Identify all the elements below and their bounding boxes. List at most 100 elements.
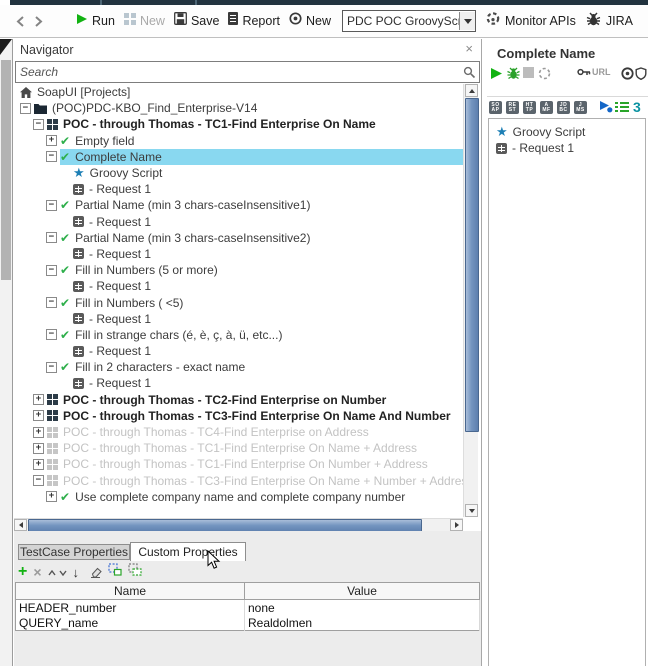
tree-item[interactable]: + POC - through Thomas - TC4-Find Enterpr… xyxy=(14,424,463,440)
expander-icon[interactable]: − xyxy=(46,151,57,163)
tree-item[interactable]: + POC - through Thomas - TC1-Find Enterpr… xyxy=(14,456,463,472)
expander-icon[interactable]: − xyxy=(46,199,57,211)
stop-button[interactable] xyxy=(523,67,534,78)
tree-item[interactable]: − POC - through Thomas - TC1-Find Enterpr… xyxy=(14,116,463,132)
tree-item[interactable]: − ✔ Partial Name (min 3 chars-caseInsensit… xyxy=(14,230,463,246)
tree-item[interactable]: + POC - through Thomas - TC2-Find Enterpr… xyxy=(14,392,463,408)
tab-custom-properties[interactable]: Custom Properties xyxy=(130,542,246,561)
property-value-cell[interactable]: none xyxy=(244,599,480,615)
sort-button[interactable]: ↓ xyxy=(73,566,80,579)
scroll-left-button[interactable] xyxy=(14,519,27,531)
left-edge-scrollbar[interactable] xyxy=(0,39,13,666)
loop-toggle-button[interactable] xyxy=(538,67,551,80)
add-property-button[interactable]: + xyxy=(18,564,27,580)
new-project-button[interactable]: New xyxy=(289,12,331,30)
expander-icon[interactable]: − xyxy=(46,297,57,309)
tree-item[interactable]: SoapUI [Projects] xyxy=(14,84,463,100)
move-up-button[interactable] xyxy=(47,563,56,581)
tree-item[interactable]: − ✔ Fill in strange chars (é, è, ç, à, ü, … xyxy=(14,327,463,343)
expander-icon[interactable]: − xyxy=(46,361,57,373)
scroll-right-button[interactable] xyxy=(450,519,463,531)
tree-item-label: Use complete company name and complete c… xyxy=(75,489,406,504)
tree-item[interactable]: - Request 1 xyxy=(14,214,463,230)
tree-item[interactable]: - Request 1 xyxy=(14,246,463,262)
scroll-up-button[interactable] xyxy=(465,84,478,97)
tree-item[interactable]: - Request 1 xyxy=(14,343,463,359)
forward-button[interactable] xyxy=(34,15,43,28)
save-button[interactable]: Save xyxy=(174,12,219,30)
tree-item[interactable]: − ✔ Fill in 2 characters - exact name xyxy=(14,359,463,375)
tree-item[interactable]: - Request 1 xyxy=(14,375,463,391)
expander-icon[interactable]: + xyxy=(33,442,44,454)
dropdown-arrow-button[interactable] xyxy=(459,12,475,30)
tree-item[interactable]: + ✔ Empty field xyxy=(14,133,463,149)
run-button[interactable]: Run xyxy=(76,12,115,30)
clipped-toolbar-icon[interactable]: 3 xyxy=(633,99,641,115)
tree-item[interactable]: ★ Groovy Script xyxy=(14,165,463,181)
key-icon[interactable] xyxy=(577,67,591,77)
report-button[interactable]: Report xyxy=(228,12,280,30)
expander-icon[interactable]: + xyxy=(33,458,44,470)
tree-item[interactable]: + POC - through Thomas - TC1-Find Enterpr… xyxy=(14,440,463,456)
search-input[interactable]: Search xyxy=(15,61,480,83)
property-name-cell[interactable]: HEADER_number xyxy=(15,599,245,615)
expander-icon[interactable]: − xyxy=(46,232,57,244)
left-scrollbar-thumb[interactable] xyxy=(1,60,11,280)
environment-dropdown[interactable]: PDC POC GroovyScri... xyxy=(342,10,476,32)
tree-horizontal-scrollbar[interactable] xyxy=(14,518,463,533)
debug-bug-icon[interactable] xyxy=(506,67,521,80)
tree-item[interactable]: + ✔ Use complete company name and complete… xyxy=(14,489,463,505)
tree-item[interactable]: - Request 1 xyxy=(14,278,463,294)
tree-item[interactable]: + POC - through Thomas - TC3-Find Enterpr… xyxy=(14,408,463,424)
tree-item[interactable]: − (POC)PDC-KBO_Find_Enterprise-V14 xyxy=(14,100,463,116)
add-soap-step-button[interactable]: SO AP xyxy=(489,101,502,114)
expander-icon[interactable]: − xyxy=(46,264,57,276)
scroll-down-button[interactable] xyxy=(465,504,478,517)
shield-icon[interactable] xyxy=(635,67,647,80)
new-testsuite-button[interactable]: New xyxy=(123,12,165,30)
save-properties-button[interactable] xyxy=(128,563,142,581)
record-icon[interactable] xyxy=(621,67,634,80)
load-properties-button[interactable] xyxy=(108,563,122,581)
expander-icon[interactable]: − xyxy=(33,118,44,130)
expander-icon[interactable]: + xyxy=(33,426,44,438)
tree-item[interactable]: - Request 1 xyxy=(14,181,463,197)
expander-icon[interactable]: + xyxy=(46,135,57,147)
tree-item[interactable]: − POC - through Thomas - TC3-Find Enterpr… xyxy=(14,473,463,489)
tree-item[interactable]: − ✔ Complete Name xyxy=(14,148,463,165)
run-testcase-button[interactable] xyxy=(490,67,503,80)
expander-icon[interactable]: + xyxy=(33,394,44,406)
back-button[interactable] xyxy=(16,15,25,28)
add-jdbc-step-button[interactable]: JD BC xyxy=(557,101,570,114)
tab-testcase-properties[interactable]: TestCase Properties xyxy=(18,544,130,560)
expander-icon[interactable]: + xyxy=(33,410,44,422)
step-list-icon[interactable] xyxy=(615,101,629,113)
tree-item[interactable]: - Request 1 xyxy=(14,311,463,327)
tree-item[interactable]: − ✔ Fill in Numbers ( <5) xyxy=(14,294,463,310)
tree-vertical-scrollbar[interactable] xyxy=(463,84,479,517)
property-name-cell[interactable]: QUERY_name xyxy=(15,615,245,631)
tree-item[interactable]: − ✔ Partial Name (min 3 chars-caseInsensit… xyxy=(14,197,463,213)
expander-icon[interactable]: − xyxy=(20,102,31,114)
close-icon[interactable]: × xyxy=(465,41,473,56)
expander-icon[interactable]: − xyxy=(33,475,44,487)
vertical-scrollbar-thumb[interactable] xyxy=(465,98,479,432)
expander-icon[interactable]: − xyxy=(46,329,57,341)
clear-properties-button[interactable] xyxy=(89,567,102,578)
collapse-handle-icon[interactable] xyxy=(0,39,12,55)
add-http-step-button[interactable]: HT TP xyxy=(523,101,536,114)
move-down-button[interactable] xyxy=(58,563,67,581)
run-step-icon[interactable] xyxy=(599,100,613,113)
monitor-apis-button[interactable]: Monitor APIs xyxy=(485,11,576,31)
url-button[interactable]: URL xyxy=(592,67,611,77)
delete-property-button[interactable]: × xyxy=(33,565,41,579)
test-step-item[interactable]: ★ Groovy Script xyxy=(489,124,645,140)
jira-button[interactable]: JIRA xyxy=(585,12,633,31)
add-jms-step-button[interactable]: J MS xyxy=(574,101,587,114)
add-rest-step-button[interactable]: RE ST xyxy=(506,101,519,114)
test-step-item[interactable]: - Request 1 xyxy=(489,140,645,156)
property-value-cell[interactable]: Realdolmen xyxy=(244,615,480,631)
expander-icon[interactable]: + xyxy=(46,491,57,503)
tree-item[interactable]: − ✔ Fill in Numbers (5 or more) xyxy=(14,262,463,278)
add-amf-step-button[interactable]: A MF xyxy=(540,101,553,114)
